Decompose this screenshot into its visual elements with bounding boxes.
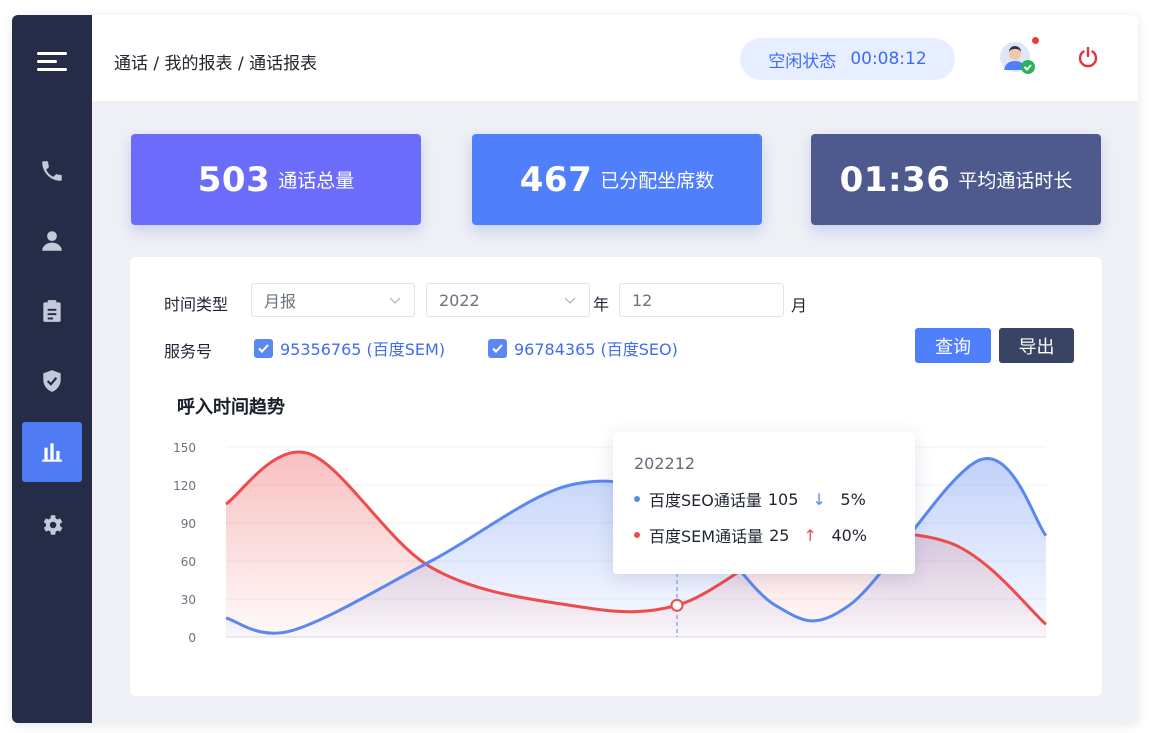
month-input[interactable] [619,283,784,317]
time-type-select[interactable]: 月报 [251,283,415,317]
service-number-label: 服务号 [164,342,213,361]
stat-card-total-calls: 503 通话总量 [131,134,421,225]
breadcrumb-item-my-reports[interactable]: 我的报表 [165,54,233,74]
breadcrumb: 通话 / 我的报表 / 通话报表 [114,49,317,74]
year-unit-label: 年 [593,295,610,314]
tooltip-series-name: 百度SEO通话量 [649,491,762,510]
query-button[interactable]: 查询 [915,328,991,363]
avatar[interactable] [1000,40,1036,76]
tooltip-row-sem: 百度SEM通话量 25 ↑ 40% [634,524,867,546]
gear-icon [43,515,63,535]
year-value: 2022 [439,290,480,310]
export-button[interactable]: 导出 [999,328,1074,363]
notification-dot [1032,37,1039,44]
top-header: 通话 / 我的报表 / 通话报表 空闲状态 00:08:12 [92,15,1138,101]
chevron-down-icon [564,297,576,304]
stat-label: 已分配坐席数 [600,170,715,192]
y-tick-label: 150 [173,441,196,455]
y-tick-label: 30 [181,593,196,607]
stat-value: 467 [519,159,593,200]
arrow-up-icon: ↑ [803,525,817,545]
breadcrumb-item-calls[interactable]: 通话 [114,54,148,74]
stat-label: 通话总量 [278,170,355,192]
tooltip-value: 25 [769,525,790,545]
sidebar-item-calls[interactable] [22,141,82,201]
data-point-sem[interactable] [670,598,684,612]
sidebar-item-reports[interactable] [22,281,82,341]
app-window: 通话 / 我的报表 / 通话报表 空闲状态 00:08:12 503 通话总量 … [12,15,1138,723]
y-tick-label: 90 [181,517,196,531]
y-tick-label: 60 [181,555,196,569]
breadcrumb-separator: / [232,54,250,74]
sidebar-item-statistics[interactable] [22,422,82,482]
shield-check-icon [43,370,61,392]
tooltip-title: 202212 [634,454,696,473]
arrow-down-icon: ↓ [812,489,826,509]
checkbox-checked-icon [254,338,273,358]
y-tick-label: 0 [188,631,196,645]
y-tick-label: 120 [173,479,196,493]
sidebar [12,15,92,723]
status-timer: 00:08:12 [850,49,927,69]
time-type-label: 时间类型 [164,295,229,314]
service-checkbox-sem[interactable]: 95356765 (百度SEM) [254,336,445,360]
stat-card-avg-duration: 01:36 平均通话时长 [811,134,1101,225]
report-panel: 时间类型 月报 2022 年 月 服务号 95356765 (百度SEM) 96… [130,257,1102,696]
agent-status-badge[interactable]: 空闲状态 00:08:12 [740,38,955,80]
chart-title: 呼入时间趋势 [177,397,285,418]
legend-dot [634,496,640,502]
breadcrumb-item-call-report: 通话报表 [249,54,318,74]
time-type-value: 月报 [264,292,297,311]
user-icon [42,231,62,251]
month-unit-label: 月 [791,296,808,315]
tooltip-value: 105 [767,489,799,509]
sidebar-item-settings[interactable] [22,495,82,555]
sidebar-item-users[interactable] [22,211,82,271]
tooltip-series-name: 百度SEM通话量 [649,527,764,546]
status-label: 空闲状态 [768,51,837,72]
power-icon[interactable] [1076,45,1100,69]
phone-icon [42,161,62,181]
tooltip-row-seo: 百度SEO通话量 105 ↓ 5% [634,488,866,510]
menu-icon[interactable] [37,50,67,74]
clipboard-icon [43,300,61,322]
tooltip-percent: 5% [840,489,866,509]
service-label: 96784365 (百度SEO) [514,340,678,359]
stat-value: 503 [197,159,271,200]
year-select[interactable]: 2022 [426,283,590,317]
stat-card-assigned-agents: 467 已分配坐席数 [472,134,762,225]
legend-dot [634,532,640,538]
breadcrumb-separator: / [148,54,165,74]
service-checkbox-seo[interactable]: 96784365 (百度SEO) [488,336,678,360]
stat-label: 平均通话时长 [958,170,1073,192]
tooltip-percent: 40% [831,525,867,545]
bar-chart-icon [42,443,62,462]
chevron-down-icon [389,297,401,304]
checkbox-checked-icon [488,338,507,358]
chart-tooltip: 202212 百度SEO通话量 105 ↓ 5% 百度SEM通话量 25 ↑ 4… [613,432,915,574]
stat-value: 01:36 [839,159,951,200]
sidebar-item-security[interactable] [22,351,82,411]
service-label: 95356765 (百度SEM) [280,340,446,359]
